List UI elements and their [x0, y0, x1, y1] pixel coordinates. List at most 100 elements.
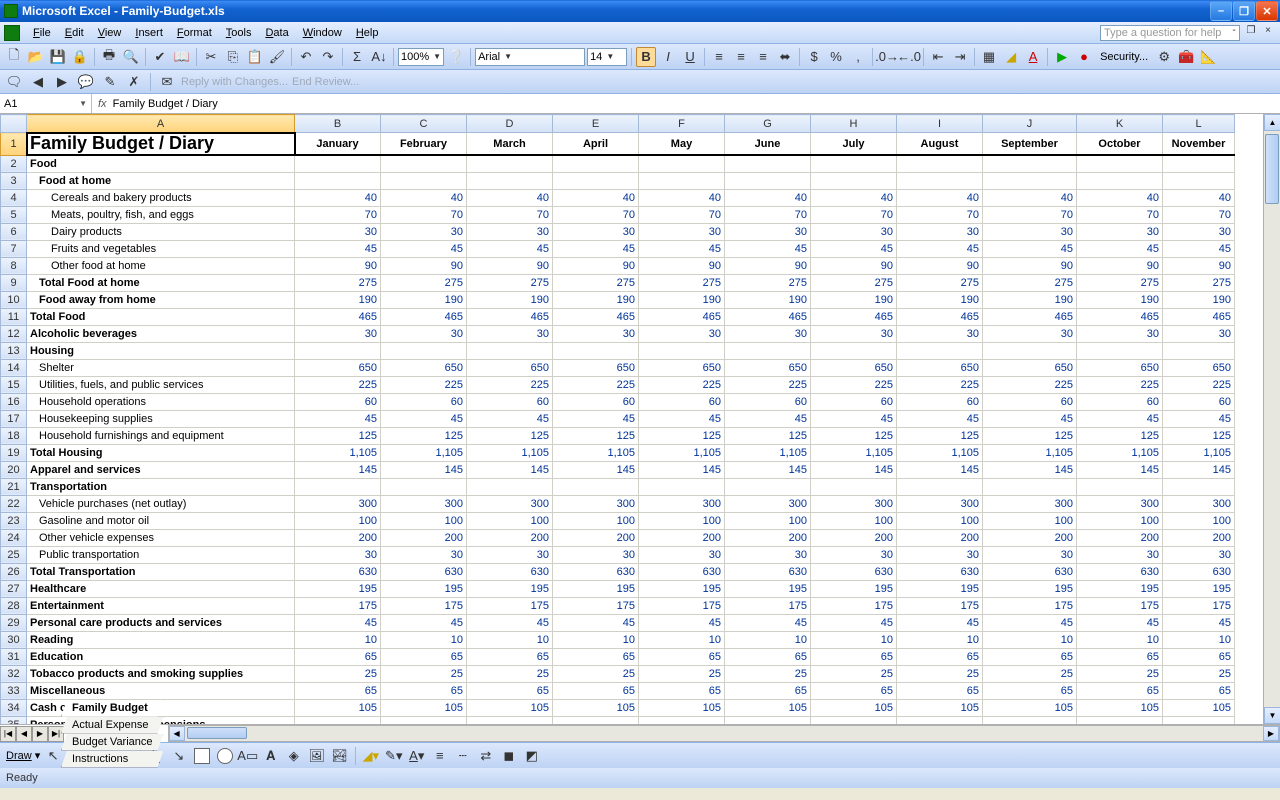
- cell-D31[interactable]: 65: [467, 648, 553, 665]
- cell-L27[interactable]: 195: [1163, 580, 1235, 597]
- cell-C13[interactable]: [381, 342, 467, 359]
- cell-I18[interactable]: 125: [897, 427, 983, 444]
- cell-B8[interactable]: 90: [295, 257, 381, 274]
- cell-C11[interactable]: 465: [381, 308, 467, 325]
- cell-J2[interactable]: [983, 155, 1077, 172]
- cell-F19[interactable]: 1,105: [639, 444, 725, 461]
- save-icon[interactable]: 💾: [48, 47, 68, 67]
- cell-G35[interactable]: [725, 716, 811, 724]
- cell-D23[interactable]: 100: [467, 512, 553, 529]
- cell-I14[interactable]: 650: [897, 359, 983, 376]
- row-header-15[interactable]: 15: [1, 376, 27, 393]
- cell-B27[interactable]: 195: [295, 580, 381, 597]
- wordart-icon[interactable]: 𝐀: [261, 746, 281, 766]
- cell-H3[interactable]: [811, 172, 897, 189]
- row-header-31[interactable]: 31: [1, 648, 27, 665]
- cell-J10[interactable]: 190: [983, 291, 1077, 308]
- cell-G23[interactable]: 100: [725, 512, 811, 529]
- cell-L14[interactable]: 650: [1163, 359, 1235, 376]
- cell-I6[interactable]: 30: [897, 223, 983, 240]
- bold-button[interactable]: B: [636, 47, 656, 67]
- row-header-7[interactable]: 7: [1, 240, 27, 257]
- cell-E20[interactable]: 145: [553, 461, 639, 478]
- cell-L12[interactable]: 30: [1163, 325, 1235, 342]
- cell-K4[interactable]: 40: [1077, 189, 1163, 206]
- row-header-32[interactable]: 32: [1, 665, 27, 682]
- cell-G10[interactable]: 190: [725, 291, 811, 308]
- cell-G2[interactable]: [725, 155, 811, 172]
- menu-file[interactable]: File: [26, 25, 58, 41]
- cell-E12[interactable]: 30: [553, 325, 639, 342]
- cell-L23[interactable]: 100: [1163, 512, 1235, 529]
- ink-icon[interactable]: ✎: [100, 72, 120, 92]
- horizontal-scrollbar[interactable]: ◀ ▶: [168, 725, 1280, 742]
- cell-F34[interactable]: 105: [639, 699, 725, 716]
- cell-F1[interactable]: May: [639, 133, 725, 156]
- cell-H22[interactable]: 300: [811, 495, 897, 512]
- cell-K24[interactable]: 200: [1077, 529, 1163, 546]
- tab-family-budget[interactable]: Family Budget: [61, 700, 164, 717]
- cell-E1[interactable]: April: [553, 133, 639, 156]
- row-header-13[interactable]: 13: [1, 342, 27, 359]
- cell-A10[interactable]: Food away from home: [27, 291, 295, 308]
- cell-D22[interactable]: 300: [467, 495, 553, 512]
- cell-F32[interactable]: 25: [639, 665, 725, 682]
- cell-J18[interactable]: 125: [983, 427, 1077, 444]
- vertical-scrollbar[interactable]: ▲ ▼: [1263, 114, 1280, 724]
- fx-icon[interactable]: fx: [98, 98, 107, 110]
- cell-L10[interactable]: 190: [1163, 291, 1235, 308]
- cell-F14[interactable]: 650: [639, 359, 725, 376]
- prev-comment-icon[interactable]: ◀: [28, 72, 48, 92]
- cell-H13[interactable]: [811, 342, 897, 359]
- cell-K15[interactable]: 225: [1077, 376, 1163, 393]
- cell-G20[interactable]: 145: [725, 461, 811, 478]
- cell-J8[interactable]: 90: [983, 257, 1077, 274]
- row-header-25[interactable]: 25: [1, 546, 27, 563]
- cell-H32[interactable]: 25: [811, 665, 897, 682]
- cell-G9[interactable]: 275: [725, 274, 811, 291]
- cell-E2[interactable]: [553, 155, 639, 172]
- cell-A22[interactable]: Vehicle purchases (net outlay): [27, 495, 295, 512]
- print-preview-icon[interactable]: 🔍: [121, 47, 141, 67]
- row-header-8[interactable]: 8: [1, 257, 27, 274]
- cell-L17[interactable]: 45: [1163, 410, 1235, 427]
- cell-J11[interactable]: 465: [983, 308, 1077, 325]
- cell-D11[interactable]: 465: [467, 308, 553, 325]
- row-header-11[interactable]: 11: [1, 308, 27, 325]
- research-icon[interactable]: 📖: [172, 47, 192, 67]
- cell-J35[interactable]: [983, 716, 1077, 724]
- cell-L9[interactable]: 275: [1163, 274, 1235, 291]
- cell-G31[interactable]: 65: [725, 648, 811, 665]
- delete-comment-icon[interactable]: ✗: [124, 72, 144, 92]
- cell-H20[interactable]: 145: [811, 461, 897, 478]
- row-header-35[interactable]: 35: [1, 716, 27, 724]
- cell-B16[interactable]: 60: [295, 393, 381, 410]
- align-left-icon[interactable]: ≡: [709, 47, 729, 67]
- cell-E11[interactable]: 465: [553, 308, 639, 325]
- cell-K20[interactable]: 145: [1077, 461, 1163, 478]
- cell-A29[interactable]: Personal care products and services: [27, 614, 295, 631]
- cell-J20[interactable]: 145: [983, 461, 1077, 478]
- cell-E35[interactable]: [553, 716, 639, 724]
- vscroll-thumb[interactable]: [1265, 134, 1279, 204]
- cell-F8[interactable]: 90: [639, 257, 725, 274]
- cell-J21[interactable]: [983, 478, 1077, 495]
- cell-F10[interactable]: 190: [639, 291, 725, 308]
- cell-G8[interactable]: 90: [725, 257, 811, 274]
- cell-B10[interactable]: 190: [295, 291, 381, 308]
- cell-L8[interactable]: 90: [1163, 257, 1235, 274]
- cell-I22[interactable]: 300: [897, 495, 983, 512]
- cell-J32[interactable]: 25: [983, 665, 1077, 682]
- cell-I15[interactable]: 225: [897, 376, 983, 393]
- cell-B14[interactable]: 650: [295, 359, 381, 376]
- cell-D34[interactable]: 105: [467, 699, 553, 716]
- cell-B26[interactable]: 630: [295, 563, 381, 580]
- cell-F3[interactable]: [639, 172, 725, 189]
- cell-D26[interactable]: 630: [467, 563, 553, 580]
- cell-I35[interactable]: [897, 716, 983, 724]
- cell-K11[interactable]: 465: [1077, 308, 1163, 325]
- row-header-16[interactable]: 16: [1, 393, 27, 410]
- cell-D33[interactable]: 65: [467, 682, 553, 699]
- tab-budget-variance[interactable]: Budget Variance: [61, 734, 164, 751]
- cell-G27[interactable]: 195: [725, 580, 811, 597]
